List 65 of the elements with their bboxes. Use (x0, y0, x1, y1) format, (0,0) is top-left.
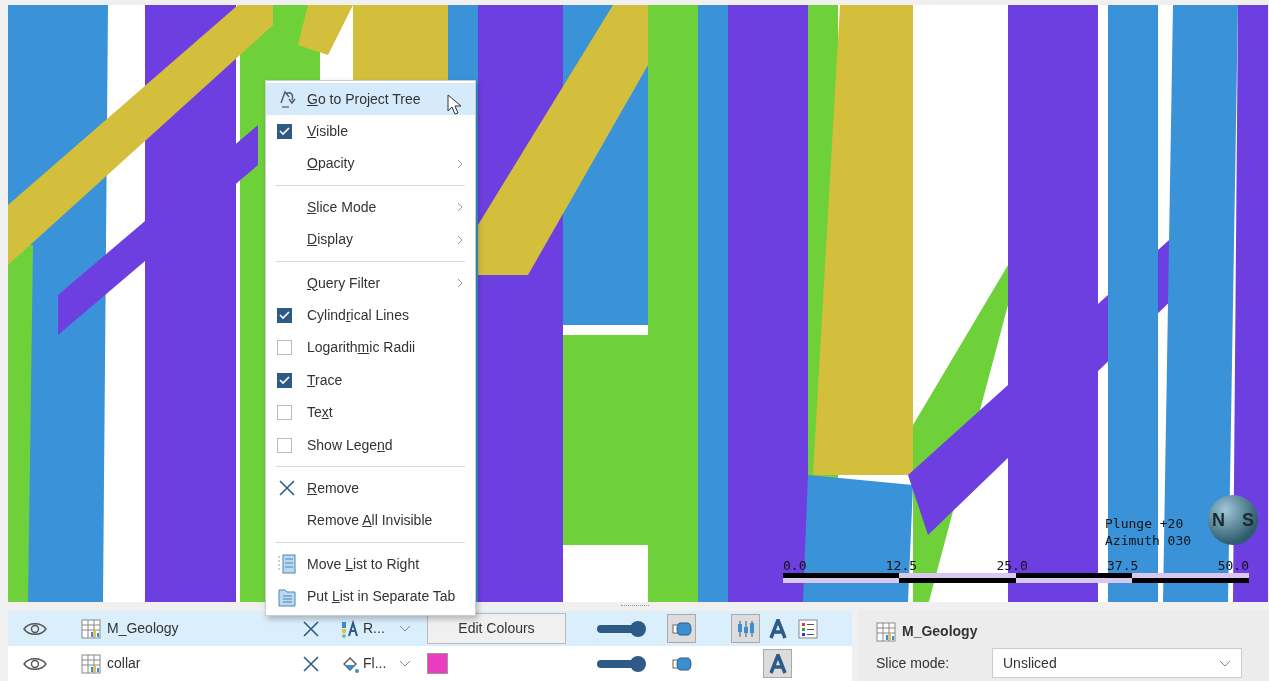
menu-item[interactable]: Display (266, 223, 475, 256)
scale-label: 0.0 (783, 557, 807, 575)
checkmark-icon (279, 127, 290, 137)
slice-mode-dropdown[interactable]: Unsliced (992, 648, 1242, 678)
slider-thumb[interactable] (629, 620, 646, 637)
edit-colours-button[interactable]: Edit Colours (427, 613, 566, 644)
menu-item[interactable]: Query Filter (266, 266, 475, 300)
colour-mode-dropdown[interactable]: R... (341, 618, 421, 639)
menu-item[interactable]: Show Legend (266, 428, 475, 462)
menu-item[interactable]: Cylindrical Lines (266, 299, 475, 332)
remove-icon[interactable] (303, 620, 319, 637)
list-tab-icon (277, 586, 297, 607)
checkbox[interactable] (277, 124, 292, 140)
opacity-slider[interactable] (597, 620, 645, 637)
table-icon (81, 618, 101, 639)
table-icon (876, 621, 896, 642)
eye-icon[interactable] (23, 620, 47, 637)
panel-title: M_Geology (902, 622, 978, 641)
mouse-cursor-icon (447, 94, 463, 117)
chevron-down-icon (399, 660, 411, 667)
letter-a-icon (767, 653, 788, 674)
menu-item[interactable]: Remove All Invisible (266, 504, 475, 538)
menu-item[interactable]: Visible (266, 115, 475, 148)
letter-a-icon (767, 618, 788, 639)
menu-item[interactable]: Opacity (266, 147, 475, 181)
interval-bars-icon (735, 618, 756, 639)
cylinder-icon (671, 621, 692, 636)
menu-item[interactable]: Trace (266, 364, 475, 397)
layer-name: M_Geology (107, 619, 180, 638)
eye-icon[interactable] (23, 655, 47, 672)
checkbox[interactable] (277, 437, 292, 453)
interval-toggle[interactable] (731, 614, 760, 643)
legend-toggle[interactable] (796, 616, 820, 641)
menu-item[interactable]: Logarithmic Radii (266, 331, 475, 365)
cylinder-icon (671, 656, 692, 671)
menu-item[interactable]: Move List to Right (266, 548, 475, 581)
checkbox[interactable] (277, 308, 292, 324)
remove-icon[interactable] (303, 655, 319, 672)
colour-swatch[interactable] (427, 653, 448, 674)
menu-item[interactable]: Text (266, 396, 475, 429)
opacity-slider[interactable] (597, 655, 645, 672)
chevron-down-icon (399, 625, 411, 632)
project-tree-icon (277, 89, 297, 110)
checkmark-icon (279, 311, 290, 321)
menu-item[interactable]: Slice Mode (266, 191, 475, 224)
text-label-toggle[interactable] (763, 649, 792, 678)
cylinder-toggle[interactable] (667, 614, 696, 643)
list-icon (277, 554, 297, 575)
legend-icon (798, 618, 818, 639)
layer-row[interactable]: M_Geology R... Edit Colours (8, 611, 852, 646)
layer-name: collar (107, 654, 142, 673)
menu-item[interactable]: Put List in Separate Tab (266, 580, 475, 613)
checkbox[interactable] (277, 340, 292, 356)
colour-mode-dropdown[interactable]: Fl... (341, 653, 421, 674)
menu-item[interactable]: Remove (266, 472, 475, 505)
slider-thumb[interactable] (629, 655, 646, 672)
menu-item[interactable]: Go to Project Tree (266, 83, 475, 116)
field-label: Slice mode: (876, 653, 951, 673)
chevron-down-icon (1219, 659, 1231, 667)
scale-label: 37.5 (1107, 557, 1139, 575)
checkmark-icon (279, 375, 290, 385)
table-icon (81, 653, 101, 674)
category-colour-icon (341, 619, 359, 638)
checkbox[interactable] (277, 372, 292, 388)
checkbox[interactable] (277, 405, 292, 421)
